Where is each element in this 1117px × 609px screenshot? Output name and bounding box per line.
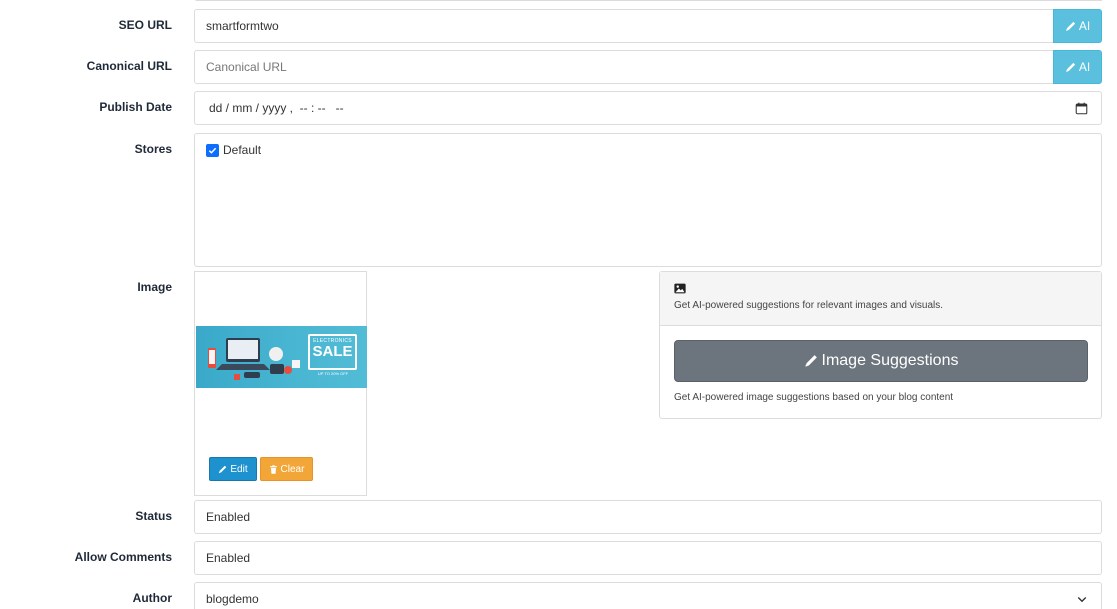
seo-url-ai-label: AI	[1078, 19, 1091, 33]
edit-image-label: Edit	[230, 463, 248, 475]
electronics-illustration	[208, 338, 300, 380]
sale-big-text: SALE	[312, 343, 353, 360]
trash-icon	[269, 464, 277, 474]
stores-label: Stores	[134, 142, 172, 156]
image-label: Image	[137, 280, 172, 294]
seo-url-label: SEO URL	[118, 18, 172, 32]
canonical-url-label: Canonical URL	[86, 59, 172, 73]
ai-panel-footer-desc: Get AI-powered image suggestions based o…	[674, 392, 954, 403]
pencil-icon	[1065, 62, 1075, 72]
status-label: Status	[135, 509, 172, 523]
seo-url-ai-button[interactable]: AI	[1053, 9, 1102, 43]
calendar-icon[interactable]	[1075, 102, 1088, 115]
image-icon	[674, 283, 686, 294]
canonical-url-placeholder: Canonical URL	[206, 60, 287, 74]
publish-date-label: Publish Date	[99, 100, 172, 114]
chevron-down-icon	[1077, 597, 1087, 603]
ai-panel-header-desc: Get AI-powered suggestions for relevant …	[674, 300, 944, 311]
store-default-checkbox[interactable]	[206, 143, 219, 157]
status-value: Enabled	[206, 510, 251, 524]
check-icon	[208, 147, 217, 154]
image-thumbnail-box: ELECTRONICS SALE UP TO 20% OFF Edit Clea…	[194, 271, 367, 496]
seo-url-value: smartformtwo	[206, 19, 279, 33]
author-select[interactable]: blogdemo	[194, 582, 1102, 609]
author-label: Author	[132, 591, 172, 605]
stores-list: Default	[194, 133, 1102, 267]
author-value: blogdemo	[206, 592, 259, 606]
canonical-url-ai-button[interactable]: AI	[1053, 50, 1102, 84]
ai-panel-header: Get AI-powered suggestions for relevant …	[660, 272, 1101, 326]
pencil-icon	[1065, 21, 1075, 31]
allow-comments-label: Allow Comments	[74, 550, 172, 564]
canonical-url-input[interactable]: Canonical URL	[194, 50, 1054, 84]
previous-field-input[interactable]	[194, 0, 1102, 1]
sale-sub-text: UP TO 20% OFF	[317, 371, 349, 376]
status-select[interactable]: Enabled	[194, 500, 1102, 534]
image-preview: ELECTRONICS SALE UP TO 20% OFF	[196, 326, 367, 388]
publish-date-value: dd / mm / yyyy , -- : -- --	[209, 101, 344, 115]
ai-image-suggestions-panel: Get AI-powered suggestions for relevant …	[659, 271, 1102, 419]
seo-url-input[interactable]: smartformtwo	[194, 9, 1054, 43]
image-suggestions-button[interactable]: Image Suggestions	[674, 340, 1088, 382]
edit-image-button[interactable]: Edit	[209, 457, 257, 481]
pencil-icon	[804, 355, 817, 367]
image-suggestions-label: Image Suggestions	[821, 352, 959, 369]
publish-date-input[interactable]: dd / mm / yyyy , -- : -- --	[194, 91, 1102, 125]
store-default-label: Default	[223, 143, 262, 157]
clear-image-button[interactable]: Clear	[260, 457, 313, 481]
previous-field-ai-button[interactable]	[1053, 0, 1102, 1]
pencil-icon	[219, 465, 227, 473]
canonical-url-ai-label: AI	[1078, 60, 1091, 74]
clear-image-label: Clear	[280, 463, 305, 475]
allow-comments-value: Enabled	[206, 551, 251, 565]
sale-badge: ELECTRONICS SALE	[308, 334, 357, 370]
store-option-default[interactable]: Default	[206, 143, 1090, 157]
allow-comments-select[interactable]: Enabled	[194, 541, 1102, 575]
